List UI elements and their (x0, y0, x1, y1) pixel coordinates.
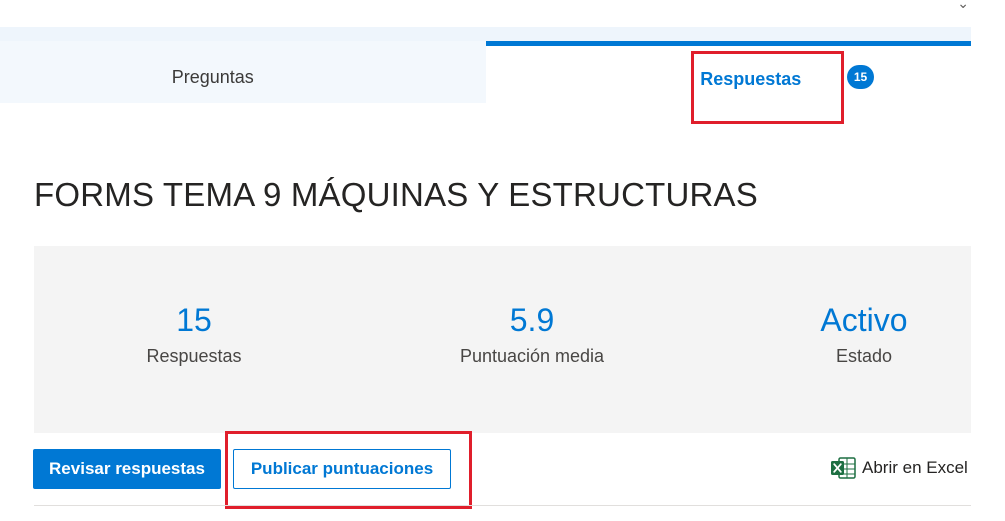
cursor-glyph-icon: ⌄ (957, 0, 969, 12)
divider (34, 505, 971, 506)
responses-count-badge: 15 (847, 65, 874, 89)
stat-responses-value: 15 (176, 302, 212, 338)
stat-responses-label: Respuestas (146, 346, 242, 367)
stat-average: 5.9 Puntuación media (442, 302, 622, 367)
review-responses-button[interactable]: Revisar respuestas (33, 449, 221, 489)
open-in-excel-label: Abrir en Excel (862, 458, 968, 477)
form-title: FORMS TEMA 9 MÁQUINAS Y ESTRUCTURAS (34, 176, 758, 213)
stat-average-value: 5.9 (509, 302, 555, 338)
excel-icon (831, 457, 856, 479)
stat-average-label: Puntuación media (459, 346, 605, 367)
annotation-highlight-button (225, 431, 472, 509)
stat-responses: 15 Respuestas (129, 302, 259, 367)
tab-preguntas-label: Preguntas (171, 66, 254, 87)
stat-status-label: Estado (835, 346, 893, 367)
open-in-excel-link[interactable]: Abrir en Excel (830, 456, 968, 480)
tab-preguntas[interactable]: Preguntas (0, 41, 486, 103)
stat-status: Activo Estado (784, 302, 944, 367)
top-strip: ⌄ (0, 0, 1005, 27)
annotation-highlight-tab (691, 51, 844, 124)
stat-status-value: Activo (820, 302, 908, 338)
summary-panel: 15 Respuestas 5.9 Puntuación media Activ… (34, 246, 971, 433)
